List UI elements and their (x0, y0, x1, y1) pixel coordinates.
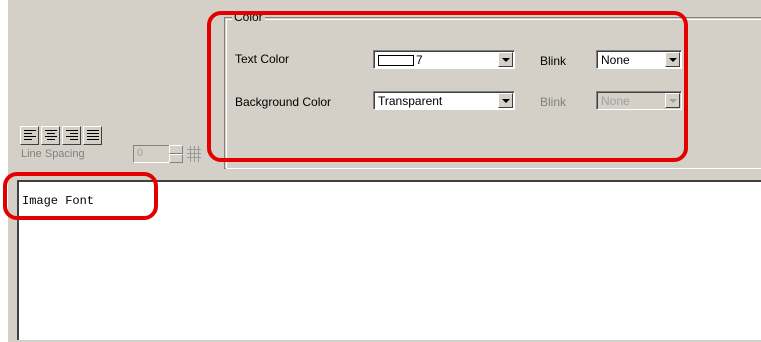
blink-select[interactable]: None (596, 50, 682, 69)
line-spacing-label: Line Spacing (21, 148, 85, 160)
align-center-button[interactable] (41, 126, 60, 145)
grid-icon (187, 146, 201, 162)
blink-label: Blink (540, 54, 567, 68)
align-right-button[interactable] (62, 126, 81, 145)
editor-text: Image Font (22, 194, 95, 208)
text-color-label: Text Color (235, 52, 290, 66)
text-editor[interactable]: Image Font (17, 180, 761, 340)
line-spacing-spinner (169, 145, 183, 163)
spin-up-icon (169, 145, 183, 154)
background-color-value: Transparent (378, 94, 443, 108)
bg-blink-label: Blink (540, 95, 567, 109)
align-justify-button[interactable] (83, 126, 102, 145)
align-justify-icon (87, 130, 99, 140)
align-center-icon (45, 130, 57, 140)
line-spacing-input: 0 (133, 145, 171, 163)
align-right-icon (66, 130, 78, 140)
line-spacing-value: 0 (137, 147, 144, 159)
align-left-button[interactable] (20, 126, 39, 145)
chevron-down-icon[interactable] (665, 52, 680, 67)
bg-blink-select: None (596, 91, 682, 110)
color-swatch (378, 55, 414, 67)
blink-value: None (601, 53, 630, 67)
chevron-down-icon[interactable] (498, 52, 513, 67)
align-left-icon (24, 130, 36, 140)
text-color-value: 7 (416, 53, 423, 67)
bg-blink-value: None (601, 94, 630, 108)
chevron-down-icon[interactable] (498, 93, 513, 108)
color-group-title: Color (232, 10, 265, 24)
chevron-down-icon (665, 93, 680, 108)
spin-down-icon (169, 154, 183, 163)
background-color-select[interactable]: Transparent (373, 91, 515, 110)
background-color-label: Background Color (235, 95, 332, 109)
text-color-select[interactable]: 7 (373, 50, 515, 69)
